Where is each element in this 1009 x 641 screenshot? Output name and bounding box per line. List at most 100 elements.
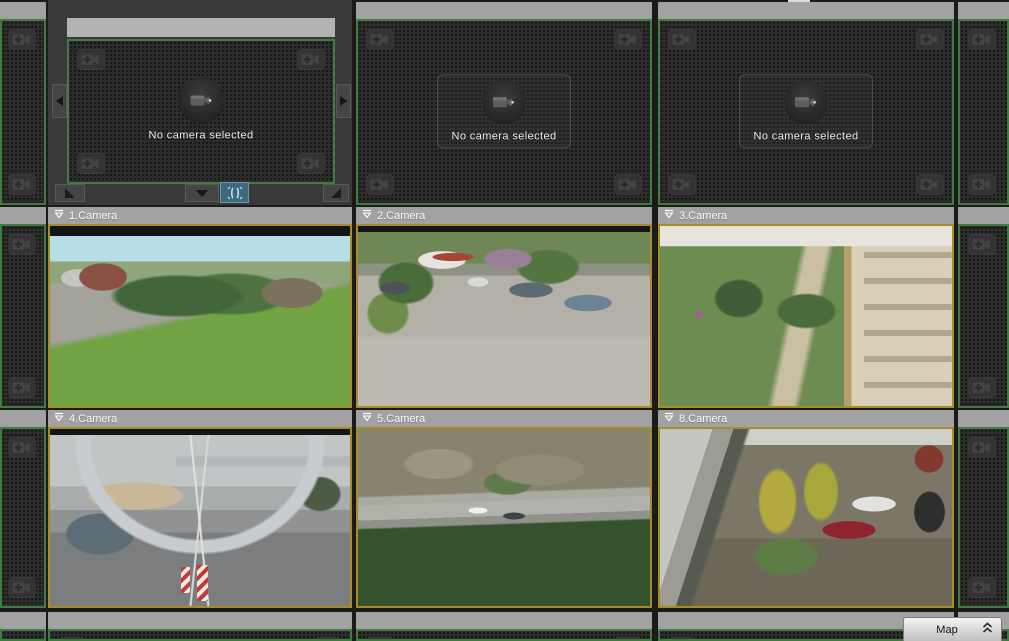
add-camera-icon[interactable] — [8, 234, 36, 255]
add-camera-icon[interactable] — [8, 29, 36, 50]
add-camera-icon[interactable] — [614, 29, 642, 50]
empty-view-area[interactable]: No camera selected — [356, 19, 652, 205]
camera-view-item-1[interactable]: 1.Camera — [48, 207, 352, 408]
empty-view-item-r3c1[interactable] — [48, 612, 352, 641]
map-label: Map — [912, 624, 982, 636]
add-camera-icon[interactable] — [916, 29, 944, 50]
add-camera-icon[interactable] — [8, 377, 36, 398]
empty-view-item-left-r3[interactable] — [0, 612, 46, 641]
empty-view-item-right-r0[interactable] — [958, 2, 1009, 205]
next-camera-button[interactable] — [336, 84, 351, 118]
add-camera-icon[interactable] — [668, 637, 696, 641]
add-camera-icon[interactable] — [8, 437, 36, 458]
view-item-titlebar — [958, 2, 1009, 19]
camera-titlebar-1[interactable]: 1.Camera — [48, 207, 352, 224]
view-item-titlebar[interactable] — [67, 18, 335, 37]
add-camera-icon[interactable] — [314, 637, 342, 641]
add-camera-icon[interactable] — [968, 377, 996, 398]
empty-view-area[interactable]: No camera selected — [67, 39, 335, 184]
add-camera-icon[interactable] — [668, 174, 696, 195]
camera-video-8[interactable] — [660, 429, 952, 606]
camera-video-5[interactable] — [358, 429, 650, 606]
add-camera-icon[interactable] — [968, 174, 996, 195]
camera-video-4[interactable] — [50, 435, 350, 606]
add-camera-icon[interactable] — [366, 174, 394, 195]
camera-view-item-4[interactable]: 4.Camera — [48, 410, 352, 608]
camera-indicator-icon — [54, 209, 64, 222]
camera-video-2[interactable] — [358, 232, 650, 406]
empty-view-item-left-r0[interactable] — [0, 2, 46, 205]
add-camera-icon[interactable] — [968, 577, 996, 598]
empty-view-area[interactable] — [0, 19, 46, 205]
empty-view-item-r3c2[interactable] — [356, 612, 652, 641]
add-camera-icon[interactable] — [968, 234, 996, 255]
camera-titlebar-5[interactable]: 5.Camera — [356, 410, 652, 427]
empty-view-area[interactable] — [958, 19, 1009, 205]
corner-triangle-icon — [65, 188, 75, 198]
add-camera-icon[interactable] — [297, 49, 325, 70]
empty-view-area[interactable] — [0, 427, 46, 608]
camera-title: 2.Camera — [377, 210, 425, 222]
camera-titlebar-8[interactable]: 8.Camera — [658, 410, 954, 427]
camera-video-area[interactable] — [48, 427, 352, 608]
selected-empty-view-item[interactable]: No camera selected — [48, 0, 352, 205]
resize-bottom-left-handle[interactable] — [55, 184, 85, 202]
add-camera-icon[interactable] — [366, 29, 394, 50]
add-camera-icon[interactable] — [366, 637, 394, 641]
add-camera-icon[interactable] — [668, 29, 696, 50]
add-camera-icon[interactable] — [8, 174, 36, 195]
camera-video-area[interactable] — [356, 224, 652, 408]
camera-indicator-icon — [362, 209, 372, 222]
camera-titlebar-4[interactable]: 4.Camera — [48, 410, 352, 427]
corner-triangle-icon — [331, 188, 341, 198]
camera-view-item-5[interactable]: 5.Camera — [356, 410, 652, 608]
empty-view-item-r0c3[interactable]: No camera selected — [658, 2, 954, 205]
add-camera-icon[interactable] — [77, 153, 105, 174]
add-camera-icon[interactable] — [58, 637, 86, 641]
add-camera-icon[interactable] — [297, 153, 325, 174]
add-camera-icon[interactable] — [8, 577, 36, 598]
empty-view-area[interactable] — [958, 427, 1009, 608]
move-view-handle[interactable] — [220, 182, 249, 203]
empty-view-item-right-r1[interactable] — [958, 207, 1009, 408]
expand-up-icon — [982, 622, 993, 637]
add-camera-icon[interactable] — [77, 49, 105, 70]
camera-view-item-2[interactable]: 2.Camera — [356, 207, 652, 408]
empty-view-item-r0c2[interactable]: No camera selected — [356, 2, 652, 205]
no-camera-placeholder: No camera selected — [739, 74, 873, 148]
no-camera-placeholder: No camera selected — [437, 74, 571, 148]
empty-view-item-right-r2[interactable] — [958, 410, 1009, 608]
move-icon — [227, 186, 243, 200]
empty-view-area[interactable] — [356, 629, 652, 641]
add-camera-icon[interactable] — [968, 29, 996, 50]
map-panel-button[interactable]: Map — [903, 617, 1002, 641]
camera-view-item-8[interactable]: 8.Camera — [658, 410, 954, 608]
empty-view-area[interactable] — [48, 629, 352, 641]
camera-titlebar-2[interactable]: 2.Camera — [356, 207, 652, 224]
camera-video-area[interactable] — [48, 224, 352, 408]
camera-video-area[interactable] — [658, 427, 954, 608]
view-item-titlebar — [356, 612, 652, 629]
empty-view-area[interactable] — [0, 224, 46, 408]
camera-video-3[interactable] — [660, 226, 952, 406]
add-camera-icon[interactable] — [968, 437, 996, 458]
add-camera-icon[interactable] — [614, 174, 642, 195]
camera-title: 5.Camera — [377, 413, 425, 425]
view-item-titlebar — [958, 410, 1009, 427]
add-camera-icon[interactable] — [614, 637, 642, 641]
camera-video-1[interactable] — [50, 236, 350, 406]
camera-view-item-3[interactable]: 3.Camera — [658, 207, 954, 408]
camera-video-area[interactable] — [356, 427, 652, 608]
camera-placeholder-icon — [482, 80, 526, 124]
empty-view-area[interactable] — [958, 224, 1009, 408]
empty-view-area[interactable]: No camera selected — [658, 19, 954, 205]
camera-video-area[interactable] — [658, 224, 954, 408]
resize-bottom-right-handle[interactable] — [323, 184, 349, 202]
previous-camera-button[interactable] — [52, 84, 67, 118]
collapse-view-button[interactable] — [185, 184, 219, 202]
add-camera-icon[interactable] — [916, 174, 944, 195]
empty-view-area[interactable] — [0, 629, 46, 641]
camera-titlebar-3[interactable]: 3.Camera — [658, 207, 954, 224]
empty-view-item-left-r1[interactable] — [0, 207, 46, 408]
empty-view-item-left-r2[interactable] — [0, 410, 46, 608]
